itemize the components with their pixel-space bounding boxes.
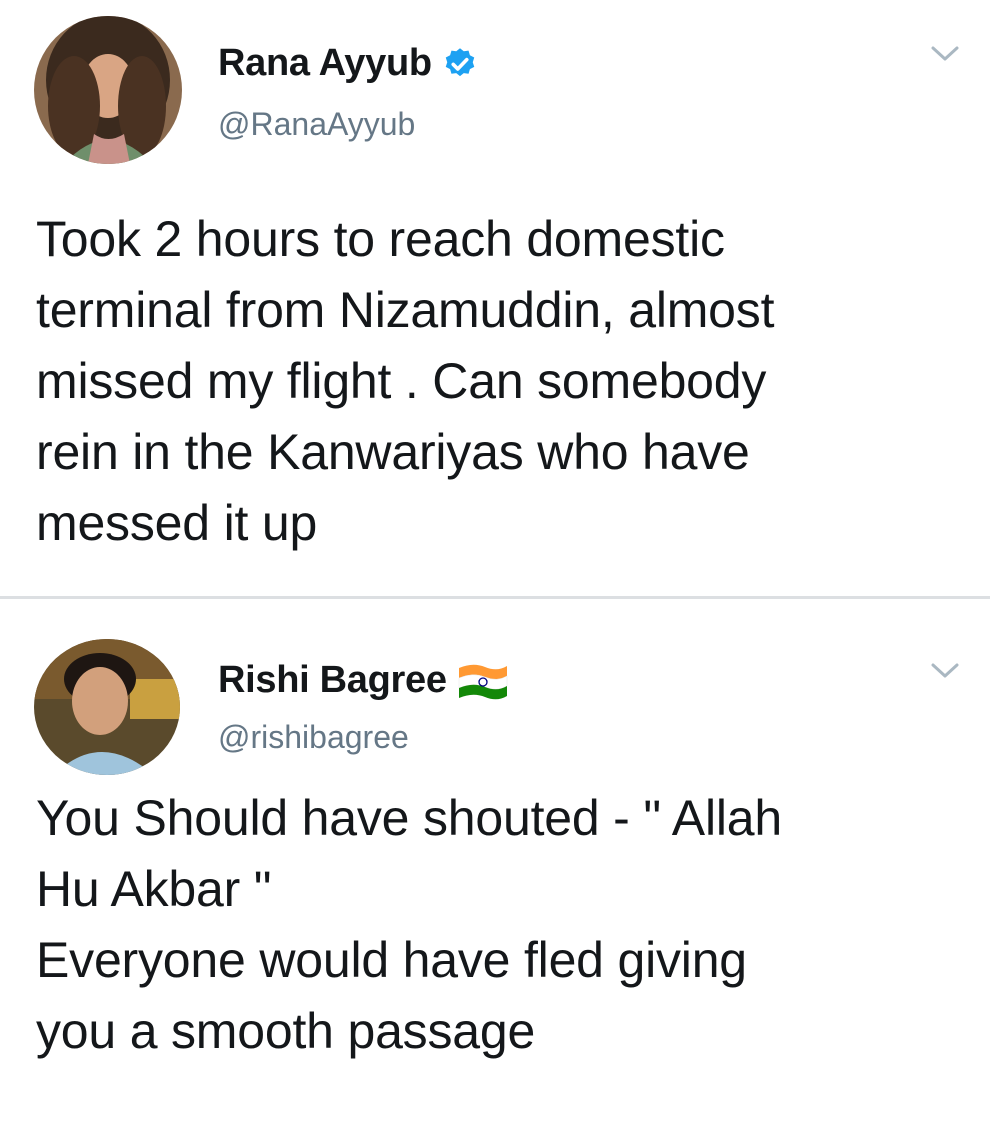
tweet: Rishi Bagree @rishibagree You Should hav…	[0, 599, 990, 1137]
tweet-text: You Should have shouted - " Allah Hu Akb…	[36, 790, 782, 1059]
avatar[interactable]	[34, 639, 180, 775]
display-name[interactable]: Rishi Bagree	[218, 659, 447, 702]
tweet: Rana Ayyub @RanaAyyub Took 2 hours to re…	[0, 0, 990, 596]
author-row: Rishi Bagree	[218, 659, 511, 702]
verified-badge-icon	[445, 47, 475, 76]
india-flag-icon	[458, 664, 507, 699]
author-row: Rana Ayyub	[218, 42, 478, 85]
chevron-down-icon[interactable]	[930, 44, 960, 64]
handle[interactable]: @RanaAyyub	[218, 106, 415, 143]
chevron-down-icon[interactable]	[930, 661, 960, 681]
avatar[interactable]	[34, 16, 182, 164]
handle[interactable]: @rishibagree	[218, 719, 409, 756]
tweet-text: Took 2 hours to reach domestic terminal …	[36, 211, 775, 551]
display-name[interactable]: Rana Ayyub	[218, 42, 432, 85]
